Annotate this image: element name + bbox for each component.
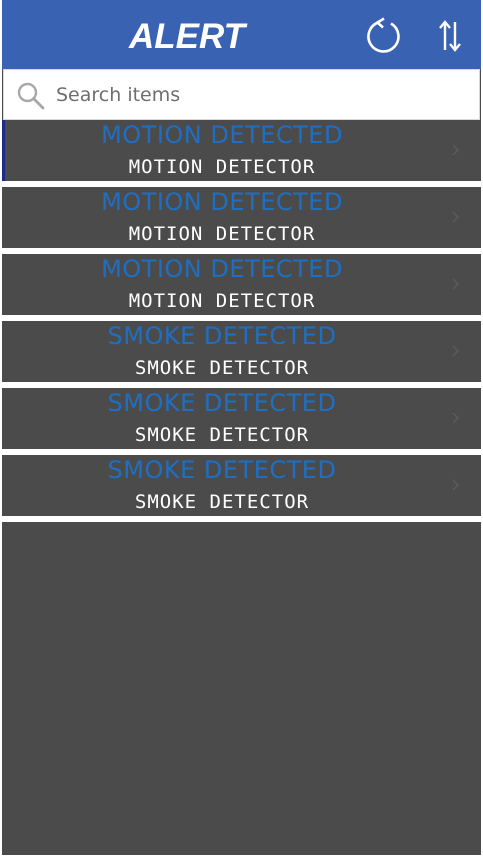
sort-icon [439,20,461,52]
refresh-button[interactable] [360,12,408,60]
item-subtitle: SMOKE DETECTOR [134,424,310,446]
list-item[interactable]: MOTION DETECTED MOTION DETECTOR [2,254,481,321]
item-subtitle: SMOKE DETECTOR [134,357,310,379]
item-subtitle: MOTION DETECTOR [128,223,316,245]
chevron-right-icon [452,144,460,156]
list-item[interactable]: MOTION DETECTED MOTION DETECTOR [2,120,481,187]
page-title: ALERT [128,17,246,56]
app-screen: ALERT MOTION DETECTED MOTION DETECTO [0,0,483,857]
item-subtitle: MOTION DETECTOR [128,290,316,312]
search-bar [3,69,480,120]
chevron-right-icon [452,278,460,290]
item-title: SMOKE DETECTED [107,389,337,417]
item-title: MOTION DETECTED [101,121,343,149]
list-item[interactable]: SMOKE DETECTED SMOKE DETECTOR [2,321,481,388]
item-title: MOTION DETECTED [101,255,343,283]
refresh-icon [367,17,400,53]
chevron-right-icon [452,479,460,491]
search-icon [17,82,45,110]
header-bar: ALERT [2,0,481,69]
alert-list: MOTION DETECTED MOTION DETECTOR MOTION D… [2,120,481,522]
chevron-right-icon [452,211,460,223]
item-title: MOTION DETECTED [101,188,343,216]
chevron-right-icon [452,412,460,424]
list-item[interactable]: MOTION DETECTED MOTION DETECTOR [2,187,481,254]
list-item[interactable]: SMOKE DETECTED SMOKE DETECTOR [2,455,481,522]
sort-button[interactable] [426,12,474,60]
chevron-right-icon [452,345,460,357]
item-title: SMOKE DETECTED [107,322,337,350]
list-item[interactable]: SMOKE DETECTED SMOKE DETECTOR [2,388,481,455]
item-subtitle: MOTION DETECTOR [128,156,316,178]
search-input[interactable] [56,78,466,112]
item-subtitle: SMOKE DETECTOR [134,491,310,513]
item-title: SMOKE DETECTED [107,456,337,484]
